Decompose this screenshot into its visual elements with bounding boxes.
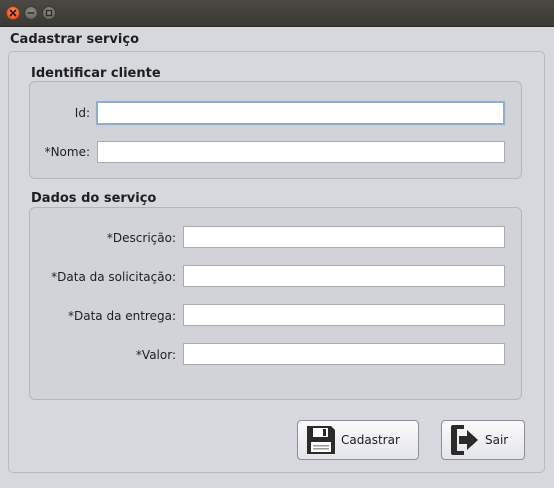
- register-button-label: Cadastrar: [341, 433, 400, 447]
- exit-icon: [448, 423, 482, 457]
- exit-button-label: Sair: [485, 433, 509, 447]
- register-button[interactable]: Cadastrar: [297, 420, 419, 460]
- form-title: Cadastrar serviço: [10, 32, 139, 47]
- name-input[interactable]: [97, 141, 505, 163]
- service-section-title: Dados do serviço: [31, 191, 157, 206]
- floppy-disk-icon: [304, 423, 338, 457]
- delivery-date-input[interactable]: [183, 304, 505, 326]
- client-section-box: [29, 81, 522, 179]
- id-label: Id:: [74, 106, 90, 120]
- value-label: *Valor:: [135, 348, 176, 362]
- maximize-icon[interactable]: [42, 6, 56, 20]
- minimize-icon[interactable]: [24, 6, 38, 20]
- application-window: Cadastrar serviço Identificar cliente Id…: [0, 0, 554, 488]
- client-section-title: Identificar cliente: [31, 66, 161, 81]
- description-input[interactable]: [183, 226, 505, 248]
- request-date-label: *Data da solicitação:: [51, 270, 176, 284]
- exit-button[interactable]: Sair: [441, 420, 525, 460]
- title-bar[interactable]: [0, 0, 554, 27]
- request-date-input[interactable]: [183, 265, 505, 287]
- name-label: *Nome:: [44, 145, 90, 159]
- delivery-date-label: *Data da entrega:: [67, 309, 176, 323]
- window-content: Cadastrar serviço Identificar cliente Id…: [0, 27, 554, 488]
- description-label: *Descrição:: [106, 231, 176, 245]
- close-icon[interactable]: [6, 6, 20, 20]
- id-input[interactable]: [96, 101, 505, 125]
- value-input[interactable]: [183, 343, 505, 365]
